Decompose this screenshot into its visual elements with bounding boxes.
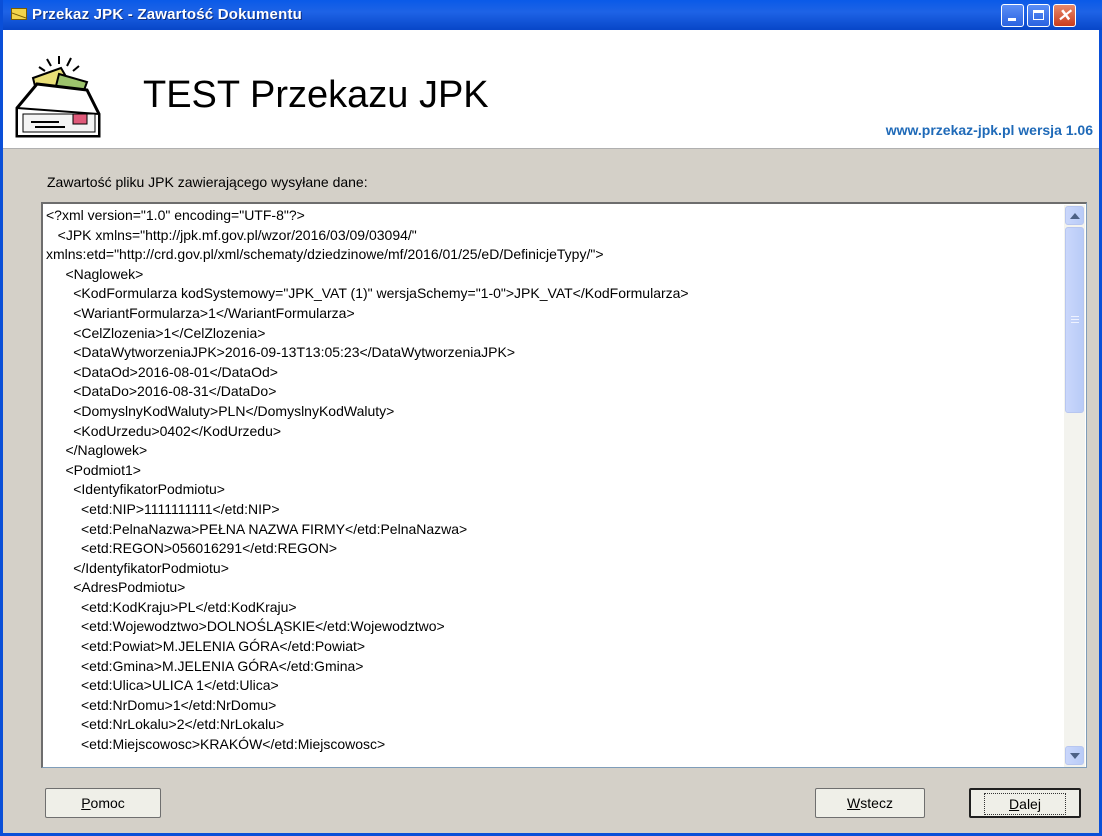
help-button[interactable]: Pomoc <box>45 788 161 818</box>
back-button[interactable]: Wstecz <box>815 788 925 818</box>
help-mnemonic: P <box>81 795 91 811</box>
xml-line: <DataDo>2016-08-31</DataDo> <box>46 383 277 400</box>
back-mnemonic: W <box>847 795 861 811</box>
xml-line: <JPK xmlns="http://jpk.mf.gov.pl/wzor/20… <box>46 226 417 243</box>
minimize-button[interactable] <box>1001 4 1024 27</box>
xml-line: <DataWytworzeniaJPK>2016-09-13T13:05:23<… <box>46 344 515 361</box>
back-label: stecz <box>860 795 893 811</box>
next-focus-rect: Dalej <box>984 793 1066 815</box>
xml-line: <etd:Powiat>M.JELENIA GÓRA</etd:Powiat> <box>46 638 366 655</box>
content-label: Zawartość pliku JPK zawierającego wysyła… <box>47 174 368 190</box>
scroll-up-button[interactable] <box>1065 206 1084 225</box>
xml-content-textarea[interactable]: <?xml version="1.0" encoding="UTF-8"?> <… <box>41 202 1087 768</box>
xml-line: <KodFormularza kodSystemowy="JPK_VAT (1)… <box>46 285 689 302</box>
xml-line: <DomyslnyKodWaluty>PLN</DomyslnyKodWalut… <box>46 402 395 419</box>
xml-line: xmlns:etd="http://crd.gov.pl/xml/schemat… <box>46 246 604 263</box>
scroll-thumb[interactable] <box>1065 227 1084 413</box>
maximize-button[interactable] <box>1027 4 1050 27</box>
xml-line: <etd:NrLokalu>2</etd:NrLokalu> <box>46 716 285 733</box>
xml-line: </IdentyfikatorPodmiotu> <box>46 559 229 576</box>
grip-icon <box>1071 316 1079 317</box>
xml-line: <Naglowek> <box>46 265 144 282</box>
xml-line: <IdentyfikatorPodmiotu> <box>46 481 225 498</box>
version-link[interactable]: www.przekaz-jpk.pl wersja 1.06 <box>886 122 1093 138</box>
next-button[interactable]: Dalej <box>969 788 1081 818</box>
xml-line: <etd:NIP>1111111111</etd:NIP> <box>46 500 280 517</box>
help-label: omoc <box>90 795 125 811</box>
xml-line: <AdresPodmiotu> <box>46 579 186 596</box>
scroll-down-button[interactable] <box>1065 746 1084 765</box>
next-label: alej <box>1019 796 1041 812</box>
maximize-icon <box>1033 10 1044 20</box>
jpk-logo-icon <box>15 56 101 138</box>
xml-line: <WariantFormularza>1</WariantFormularza> <box>46 304 355 321</box>
xml-line: <etd:Wojewodztwo>DOLNOŚLĄSKIE</etd:Wojew… <box>46 618 445 635</box>
xml-line: <etd:NrDomu>1</etd:NrDomu> <box>46 696 277 713</box>
header-panel: TEST Przekazu JPK www.przekaz-jpk.pl wer… <box>3 30 1099 149</box>
xml-line: <?xml version="1.0" encoding="UTF-8"?> <box>46 207 305 223</box>
window-title: Przekaz JPK - Zawartość Dokumentu <box>32 6 303 23</box>
scroll-up-icon <box>1070 213 1080 219</box>
main-window: Przekaz JPK - Zawartość Dokumentu ✕ TEST… <box>0 0 1102 836</box>
minimize-icon <box>1008 18 1016 21</box>
xml-text: <?xml version="1.0" encoding="UTF-8"?> <… <box>46 206 1056 764</box>
xml-line: <etd:Miejscowosc>KRAKÓW</etd:Miejscowosc… <box>46 736 386 753</box>
scroll-down-icon <box>1070 753 1080 759</box>
xml-line: <etd:Gmina>M.JELENIA GÓRA</etd:Gmina> <box>46 657 364 674</box>
xml-line: <KodUrzedu>0402</KodUrzedu> <box>46 422 282 439</box>
app-title: TEST Przekazu JPK <box>143 74 489 116</box>
xml-line: <etd:PelnaNazwa>PEŁNA NAZWA FIRMY</etd:P… <box>46 520 468 537</box>
close-icon: ✕ <box>1057 6 1072 25</box>
xml-line: <etd:REGON>056016291</etd:REGON> <box>46 540 338 557</box>
xml-line: </Naglowek> <box>46 442 148 459</box>
xml-line: <Podmiot1> <box>46 461 141 478</box>
xml-line: <DataOd>2016-08-01</DataOd> <box>46 363 278 380</box>
xml-line: <etd:KodKraju>PL</etd:KodKraju> <box>46 598 297 615</box>
xml-line: <etd:Ulica>ULICA 1</etd:Ulica> <box>46 677 279 694</box>
xml-line: <CelZlozenia>1</CelZlozenia> <box>46 324 266 341</box>
vertical-scrollbar[interactable] <box>1064 205 1085 767</box>
close-button[interactable]: ✕ <box>1053 4 1076 27</box>
title-bar[interactable]: Przekaz JPK - Zawartość Dokumentu ✕ <box>3 0 1102 30</box>
envelope-icon <box>11 8 27 20</box>
next-mnemonic: D <box>1009 796 1020 812</box>
